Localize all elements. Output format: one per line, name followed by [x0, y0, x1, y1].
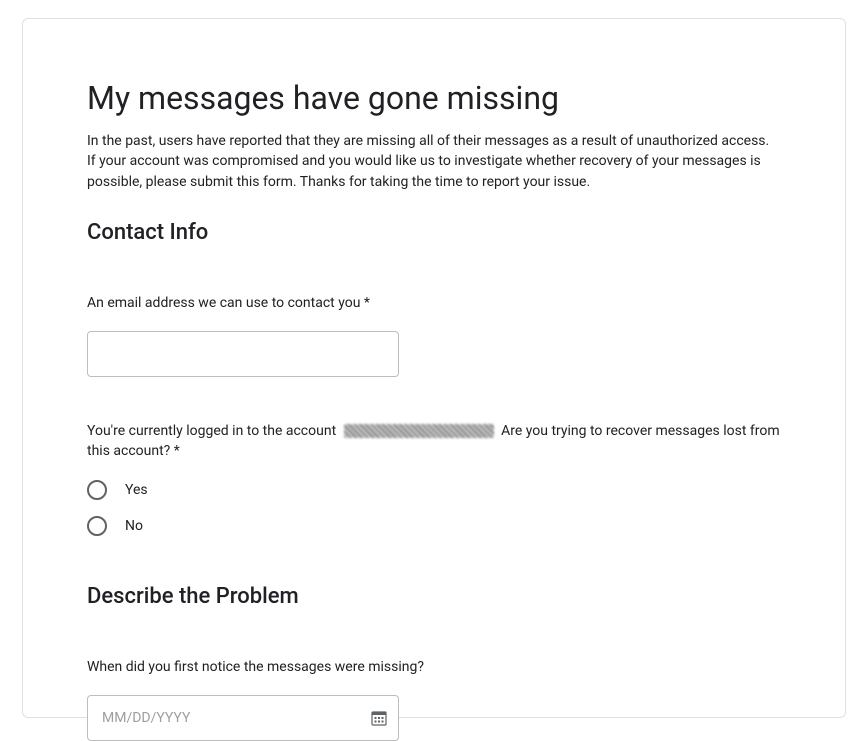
- email-label: An email address we can use to contact y…: [87, 293, 781, 313]
- email-field-group: An email address we can use to contact y…: [87, 293, 781, 377]
- radio-option-yes[interactable]: Yes: [87, 480, 781, 500]
- radio-label-no: No: [125, 518, 143, 534]
- date-label: When did you first notice the messages w…: [87, 657, 781, 677]
- date-field-group: When did you first notice the messages w…: [87, 657, 781, 741]
- contact-info-heading: Contact Info: [87, 220, 781, 245]
- account-question-prefix: You're currently logged in to the accoun…: [87, 423, 340, 439]
- page-title: My messages have gone missing: [87, 79, 781, 117]
- radio-option-no[interactable]: No: [87, 516, 781, 536]
- intro-text: In the past, users have reported that th…: [87, 131, 781, 192]
- radio-group: Yes No: [87, 480, 781, 536]
- radio-circle-icon: [87, 480, 107, 500]
- date-input[interactable]: [87, 695, 399, 741]
- account-question-label: You're currently logged in to the accoun…: [87, 421, 781, 462]
- radio-circle-icon: [87, 516, 107, 536]
- account-question-group: You're currently logged in to the accoun…: [87, 421, 781, 536]
- describe-problem-heading: Describe the Problem: [87, 584, 781, 609]
- radio-label-yes: Yes: [125, 482, 148, 498]
- form-container: My messages have gone missing In the pas…: [22, 18, 846, 718]
- date-input-wrapper: [87, 695, 399, 741]
- account-obscured: [344, 424, 494, 438]
- calendar-icon[interactable]: [371, 710, 387, 726]
- email-input[interactable]: [87, 331, 399, 377]
